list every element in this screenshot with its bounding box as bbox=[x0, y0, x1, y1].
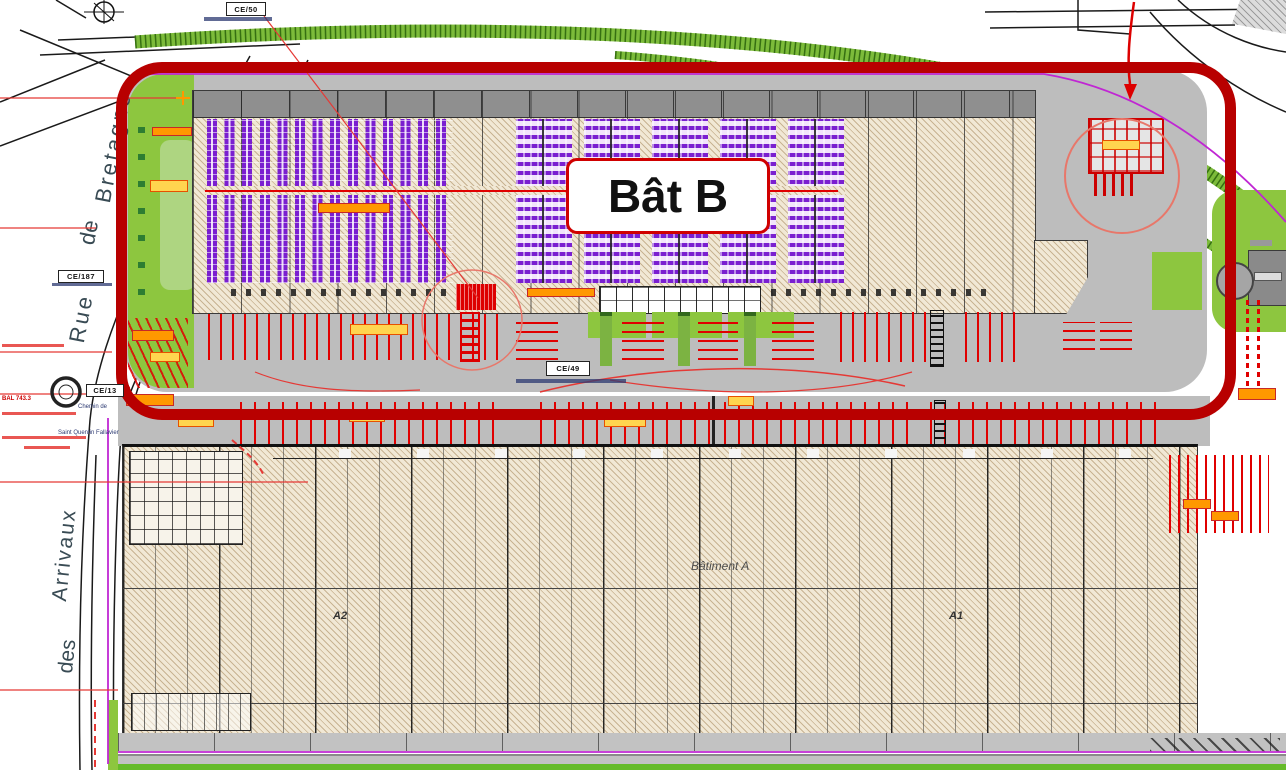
parcel-label-ce187: CE/187 bbox=[58, 270, 104, 283]
street-label-de: de bbox=[74, 218, 104, 247]
racking-marking-east bbox=[1169, 455, 1269, 533]
red-dash-line bbox=[1246, 298, 1249, 386]
annotation-bar bbox=[516, 379, 626, 383]
parcel-label-ce49: CE/49 bbox=[546, 361, 590, 376]
street-label-des: des bbox=[54, 638, 81, 674]
parcel-label-ce50: CE/50 bbox=[226, 2, 266, 16]
annotation-bar bbox=[2, 344, 64, 347]
micro-label-chemin: Chemin de bbox=[78, 404, 107, 410]
annotation-chip bbox=[1183, 499, 1211, 509]
annotation-bar bbox=[24, 446, 70, 449]
highlight-rectangle bbox=[116, 62, 1236, 420]
north-arrow-icon bbox=[84, 0, 124, 24]
highlight-label-box: Bât B bbox=[566, 158, 770, 234]
highlight-label: Bât B bbox=[608, 169, 728, 223]
landscape-bar-west bbox=[108, 700, 118, 770]
tank-label-chip bbox=[1254, 272, 1282, 281]
zone-a2-label: A2 bbox=[333, 613, 347, 619]
dock-door-row bbox=[273, 449, 1153, 459]
existing-structure bbox=[1232, 0, 1286, 34]
building-a-floor-line bbox=[123, 703, 1197, 704]
building-a-floor-line bbox=[123, 588, 1197, 589]
annotation-bar bbox=[204, 17, 272, 21]
tank-label-chip bbox=[1250, 240, 1272, 246]
building-a-rooms-south bbox=[131, 693, 251, 731]
rail-hatch-marks bbox=[1150, 738, 1280, 752]
annotation-bar bbox=[52, 283, 112, 286]
annotation-chip bbox=[1238, 388, 1276, 400]
annotation-bar bbox=[2, 436, 86, 439]
street-label-rue: Rue bbox=[64, 292, 99, 345]
zone-a1-label: A1 bbox=[949, 613, 963, 619]
building-a-major-grid bbox=[123, 447, 1197, 733]
building-a: Bâtiment A A2 A1 bbox=[122, 444, 1198, 736]
site-plan: Bâtiment A A2 A1 bbox=[0, 0, 1286, 770]
south-landscape-strip bbox=[108, 764, 1286, 770]
annotation-bar bbox=[2, 412, 76, 415]
micro-label-bal: BAL 743.3 bbox=[2, 396, 31, 402]
parcel-label-ce13: CE/13 bbox=[86, 384, 124, 397]
red-dash-line bbox=[1257, 298, 1260, 386]
building-a-label: Bâtiment A bbox=[691, 563, 749, 569]
annotation-chip bbox=[1211, 511, 1239, 521]
building-a-offices bbox=[129, 451, 243, 545]
street-label-arrivaux: Arrivaux bbox=[48, 507, 82, 602]
south-road-band bbox=[118, 733, 1286, 751]
roundabout-icon bbox=[52, 378, 80, 406]
